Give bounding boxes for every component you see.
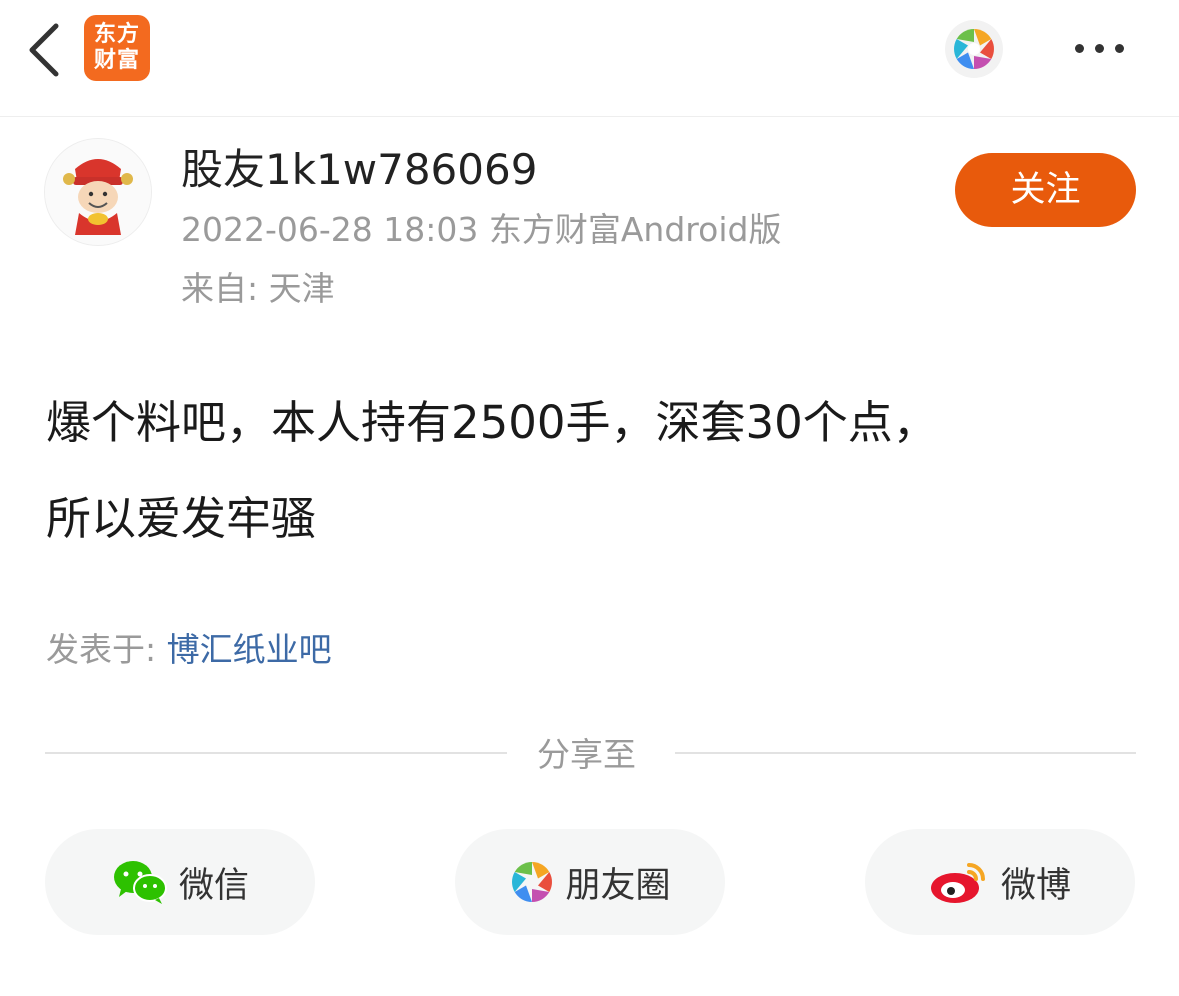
more-dots-icon	[1095, 44, 1104, 53]
app-logo[interactable]: 东方 财富	[84, 15, 150, 81]
divider-left	[45, 752, 507, 754]
avatar[interactable]	[44, 138, 152, 246]
moments-aperture-icon	[954, 29, 994, 69]
share-title: 分享至	[537, 735, 636, 774]
avatar-image	[45, 139, 151, 245]
username[interactable]: 股友1k1w786069	[181, 136, 537, 197]
follow-button[interactable]: 关注	[955, 153, 1136, 227]
post-content: 爆个料吧，本人持有2500手，深套30个点， 所以爱发牢骚	[46, 375, 1146, 567]
more-dots-icon	[1075, 44, 1084, 53]
post-location: 来自: 天津	[181, 269, 335, 308]
more-dots-icon	[1115, 44, 1124, 53]
post-content-line: 所以爱发牢骚	[46, 492, 317, 545]
share-moments-label: 朋友圈	[565, 865, 671, 906]
moments-icon	[512, 862, 553, 902]
share-wechat-button[interactable]: 微信	[45, 829, 315, 935]
moments-share-button[interactable]	[945, 20, 1003, 78]
post-content-line: 爆个料吧，本人持有2500手，深套30个点，	[46, 396, 938, 449]
posted-in-label: 发表于:	[46, 630, 167, 669]
posted-in: 发表于: 博汇纸业吧	[46, 623, 332, 671]
post-meta: 2022-06-28 18:03 东方财富Android版	[181, 210, 782, 249]
share-weibo-button[interactable]: 微博	[865, 829, 1135, 935]
share-moments-button[interactable]: 朋友圈	[455, 829, 725, 935]
top-bar: 东方 财富	[0, 0, 1179, 117]
divider-right	[675, 752, 1136, 754]
share-weibo-label: 微博	[1000, 865, 1071, 906]
more-button[interactable]	[1070, 44, 1130, 54]
forum-link[interactable]: 博汇纸业吧	[167, 630, 332, 669]
back-arrow-icon	[29, 23, 59, 77]
back-button[interactable]	[22, 22, 66, 78]
share-wechat-label: 微信	[178, 865, 249, 906]
weibo-icon	[930, 863, 985, 903]
logo-text-line2: 财富	[93, 48, 140, 73]
wechat-icon	[113, 861, 167, 904]
logo-text-line1: 东方	[93, 22, 140, 47]
